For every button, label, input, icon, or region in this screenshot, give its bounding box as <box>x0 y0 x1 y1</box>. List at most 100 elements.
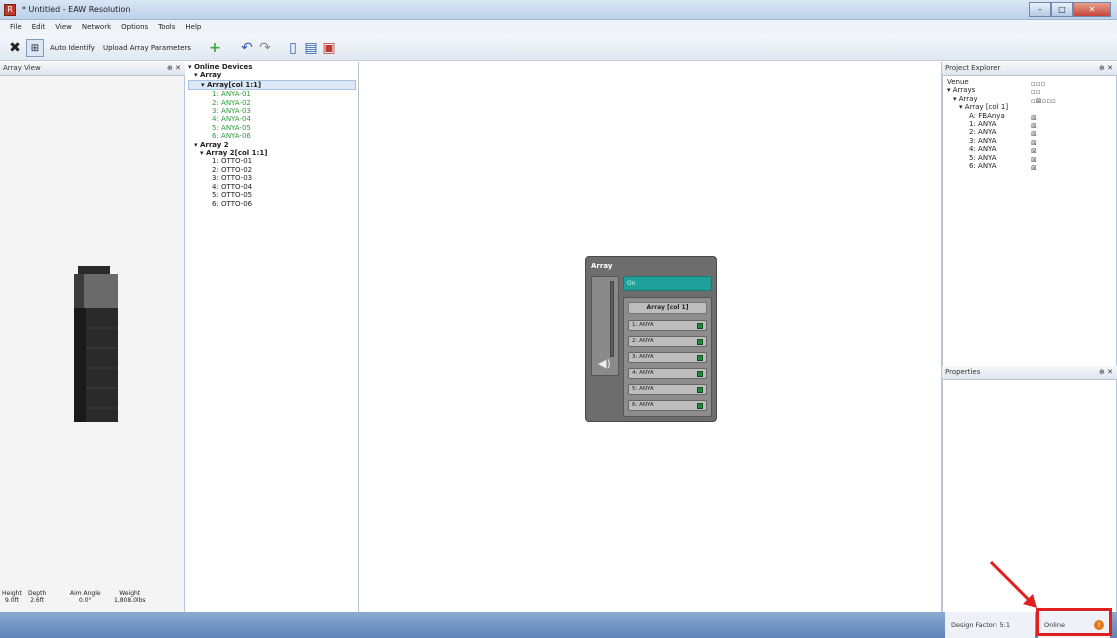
tools-icon[interactable]: ✖ <box>6 39 24 57</box>
app-icon: R <box>4 4 16 16</box>
pe-icons[interactable]: ▫▫ <box>1031 88 1056 96</box>
pe-row[interactable]: 6: ANYA <box>947 162 1008 170</box>
menu-file[interactable]: File <box>10 20 22 35</box>
tree-item[interactable]: 4: OTTO-04 <box>188 183 356 191</box>
unit-row[interactable]: 2: ANYA <box>628 336 707 347</box>
redo-icon[interactable]: ↷ <box>256 39 274 57</box>
unit-row[interactable]: 6: ANYA <box>628 400 707 411</box>
add-icon[interactable]: + <box>206 39 224 57</box>
array-stats: Height 9.0ft Depth 2.6ft Aim Angle 0.0° Wei… <box>0 590 185 610</box>
pe-row[interactable]: 1: ANYA <box>947 120 1008 128</box>
pin-icon[interactable]: ⊕ ✕ <box>167 62 181 75</box>
pe-row[interactable]: A: FBAnya <box>947 112 1008 120</box>
menu-bar: File Edit View Network Options Tools Hel… <box>0 20 1117 35</box>
tree-item[interactable]: 1: ANYA-01 <box>188 90 356 98</box>
mute-bar[interactable]: On <box>623 276 712 291</box>
speaker-array-image <box>74 266 118 422</box>
toolbar: ✖ ⊞ Auto Identify Upload Array Parameter… <box>0 35 1117 61</box>
new-file-icon[interactable]: ▯ <box>284 39 302 57</box>
pe-mute-icon[interactable]: ⊠ <box>1031 114 1056 122</box>
tree-item[interactable]: 2: OTTO-02 <box>188 166 356 174</box>
tree-item[interactable]: 4: ANYA-04 <box>188 115 356 123</box>
array-widget[interactable]: Array ◀) On Array [col 1] 1: ANYA 2: ANY… <box>585 256 717 422</box>
status-led <box>697 370 703 377</box>
unit-row[interactable]: 5: ANYA <box>628 384 707 395</box>
pe-row[interactable]: 3: ANYA <box>947 137 1008 145</box>
array-view-header: Array View ⊕ ✕ <box>0 62 185 76</box>
tree-group-array-2[interactable]: ▾ Array 2 <box>188 141 356 149</box>
pin-icon[interactable]: ⊕ ✕ <box>1099 62 1113 75</box>
level-meter[interactable]: ◀) <box>591 276 619 376</box>
tree-sub-array-col[interactable]: ▾ Array[col 1:1] <box>188 79 356 91</box>
array-column-title[interactable]: Array [col 1] <box>628 302 707 314</box>
upload-array-parameters-button[interactable]: Upload Array Parameters <box>103 39 191 57</box>
pe-row[interactable]: ▾ Array [col 1] <box>947 103 1008 111</box>
tree-item[interactable]: 2: ANYA-02 <box>188 99 356 107</box>
network-icon[interactable]: ⊞ <box>26 39 44 57</box>
stat-weight: Weight 1,808.0lbs <box>114 590 146 604</box>
pe-row[interactable]: 4: ANYA <box>947 145 1008 153</box>
properties-header: Properties ⊕ ✕ <box>942 366 1117 380</box>
speaker-icon[interactable]: ◀) <box>598 357 611 370</box>
project-explorer-header: Project Explorer ⊕ ✕ <box>942 62 1117 76</box>
unit-row[interactable]: 4: ANYA <box>628 368 707 379</box>
tree-item[interactable]: 6: ANYA-06 <box>188 132 356 140</box>
status-led <box>697 402 703 409</box>
menu-edit[interactable]: Edit <box>32 20 46 35</box>
undo-icon[interactable]: ↶ <box>238 39 256 57</box>
tree-item[interactable]: 5: OTTO-05 <box>188 191 356 199</box>
pe-mute-icon[interactable]: ⊠ <box>1031 122 1056 130</box>
properties-title: Properties <box>945 368 981 376</box>
design-factor: Design Factor: 5:1 <box>945 612 1035 638</box>
maximize-button[interactable]: □ <box>1051 2 1073 17</box>
pe-icons[interactable]: ▫▫▫ <box>1031 80 1056 88</box>
window-title: * Untitled - EAW Resolution <box>22 5 131 14</box>
red-highlight-box <box>1036 608 1112 636</box>
tree-item[interactable]: 5: ANYA-05 <box>188 124 356 132</box>
menu-tools[interactable]: Tools <box>158 20 175 35</box>
pe-row[interactable]: ▾ Array <box>947 95 1008 103</box>
menu-options[interactable]: Options <box>121 20 148 35</box>
menu-help[interactable]: Help <box>185 20 201 35</box>
open-file-icon[interactable]: ▤ <box>302 39 320 57</box>
pe-mute-icon[interactable]: ⊠ <box>1031 139 1056 147</box>
pin-icon[interactable]: ⊕ ✕ <box>1099 366 1113 379</box>
pe-row[interactable]: 5: ANYA <box>947 154 1008 162</box>
menu-network[interactable]: Network <box>82 20 111 35</box>
title-bar: R * Untitled - EAW Resolution – □ ✕ <box>0 0 1117 20</box>
pe-icons[interactable]: ▫⊠▫▫▫ <box>1031 97 1056 105</box>
pe-row[interactable]: ▾ Arrays <box>947 86 1008 94</box>
menu-view[interactable]: View <box>55 20 72 35</box>
tree-group-array[interactable]: ▾ Array <box>188 71 356 79</box>
minimize-button[interactable]: – <box>1029 2 1051 17</box>
pe-row[interactable]: 2: ANYA <box>947 128 1008 136</box>
close-button[interactable]: ✕ <box>1073 2 1111 17</box>
online-devices-panel: ▾ Online Devices ▾ Array ▾ Array[col 1:1… <box>185 62 359 612</box>
tree-item[interactable]: 6: OTTO-06 <box>188 200 356 208</box>
pe-mute-icon[interactable]: ⊠ <box>1031 164 1056 172</box>
unit-row[interactable]: 3: ANYA <box>628 352 707 363</box>
pe-mute-icon[interactable]: ⊠ <box>1031 156 1056 164</box>
pe-mute-icon[interactable]: ⊠ <box>1031 130 1056 138</box>
tree-sub-array-2-col[interactable]: ▾ Array 2[col 1:1] <box>188 149 356 157</box>
pe-mute-icon[interactable]: ⊠ <box>1031 147 1056 155</box>
tree-item[interactable]: 3: ANYA-03 <box>188 107 356 115</box>
stat-depth: Depth 2.6ft <box>28 590 47 604</box>
unit-row[interactable]: 1: ANYA <box>628 320 707 331</box>
tree-item[interactable]: 1: OTTO-01 <box>188 157 356 165</box>
status-led <box>697 322 703 329</box>
project-explorer-title: Project Explorer <box>945 64 1001 72</box>
device-tree: ▾ Online Devices ▾ Array ▾ Array[col 1:1… <box>188 63 356 208</box>
status-led <box>697 354 703 361</box>
status-led <box>697 338 703 345</box>
array-column-group: Array [col 1] 1: ANYA 2: ANYA 3: ANYA 4:… <box>623 297 712 417</box>
project-tree: Venue ▾ Arrays ▾ Array ▾ Array [col 1] A… <box>947 78 1008 170</box>
project-explorer-panel: Venue ▾ Arrays ▾ Array ▾ Array [col 1] A… <box>942 76 1117 366</box>
tree-item[interactable]: 3: OTTO-03 <box>188 174 356 182</box>
tree-root[interactable]: ▾ Online Devices <box>188 63 356 71</box>
save-icon[interactable]: ▣ <box>320 39 338 57</box>
pe-row[interactable]: Venue <box>947 78 1008 86</box>
status-bar: Design Factor: 5:1 Online ! <box>0 612 1117 638</box>
fader-track[interactable] <box>610 281 614 357</box>
auto-identify-button[interactable]: Auto Identify <box>50 39 95 57</box>
